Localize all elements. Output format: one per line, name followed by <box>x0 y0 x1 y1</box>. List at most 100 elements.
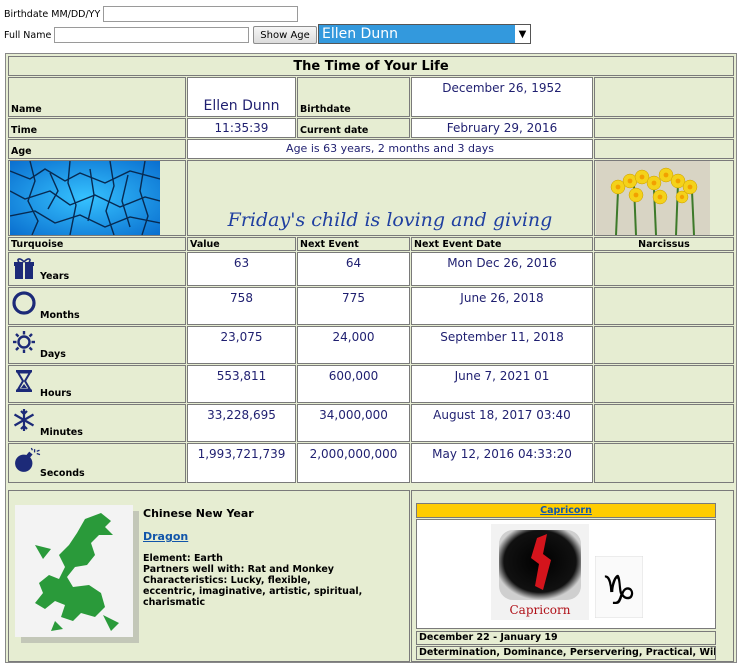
time-value-cell: 11:35:39 <box>187 118 296 138</box>
next-event-cell: 34,000,000 <box>319 408 388 422</box>
next-event-column-header: Next Event <box>300 239 359 250</box>
person-select-value: Ellen Dunn <box>322 26 398 42</box>
empty-cell <box>594 139 734 159</box>
name-label-cell: Name <box>8 77 186 117</box>
next-event-cell: 775 <box>342 291 365 305</box>
birth-flower-header: Narcissus <box>638 239 690 250</box>
life-table: The Time of Your Life Name Ellen Dunn Bi… <box>5 53 737 663</box>
date-header-cell: Next Event Date <box>411 237 593 251</box>
fullname-input-label: Full Name <box>4 29 52 41</box>
value-cell: 1,993,721,739 <box>197 447 286 461</box>
table-row-label: Days <box>8 326 186 364</box>
table-cell: 63 <box>187 252 296 286</box>
age-label: Age <box>11 146 32 157</box>
characteristics-text: Characteristics: Lucky, flexible, <box>143 575 311 586</box>
hourglass-icon <box>16 370 32 392</box>
value-cell: 63 <box>233 256 250 270</box>
element-text: Element: Earth <box>143 553 223 564</box>
birthdate-input-label: Birthdate MM/DD/YY <box>4 8 101 20</box>
fullname-row: Full Name Show Age <box>4 26 317 44</box>
capricorn-glyph-icon: ♑ <box>595 556 643 618</box>
age-value: Age is 63 years, 2 months and 3 days <box>286 142 494 155</box>
table-cell: June 7, 2021 01 <box>411 365 593 403</box>
table-row-label: Years <box>8 252 186 286</box>
empty-cell <box>594 118 734 138</box>
empty-cell <box>594 443 734 483</box>
unit-label: Minutes <box>40 427 83 438</box>
value-cell: 33,228,695 <box>207 408 276 422</box>
bomb-icon <box>15 447 41 472</box>
table-cell: Mon Dec 26, 2016 <box>411 252 593 286</box>
snowflake-icon <box>13 409 35 431</box>
table-cell: 600,000 <box>297 365 410 403</box>
table-cell: 2,000,000,000 <box>297 443 410 483</box>
next-event-cell: 64 <box>345 256 362 270</box>
current-date-value-cell: February 29, 2016 <box>411 118 593 138</box>
time-label-cell: Time <box>8 118 186 138</box>
table-row-label: Months <box>8 287 186 325</box>
chinese-details: Element: Earth Partners well with: Rat a… <box>143 553 409 608</box>
svg-text:♑: ♑ <box>601 568 637 614</box>
empty-cell <box>594 326 734 364</box>
table-cell: 775 <box>297 287 410 325</box>
birthdate-value: December 26, 1952 <box>442 81 562 95</box>
person-select[interactable]: Ellen Dunn ▼ <box>318 24 531 44</box>
next-event-date-cell: June 7, 2021 01 <box>454 369 550 383</box>
table-cell: September 11, 2018 <box>411 326 593 364</box>
empty-cell <box>594 77 734 117</box>
empty-cell <box>594 365 734 403</box>
birthdate-label: Birthdate <box>300 104 351 115</box>
zodiac-traits: Determination, Dominance, Perservering, … <box>416 646 716 660</box>
capricorn-link[interactable]: Capricorn <box>540 505 592 516</box>
birthdate-input[interactable] <box>103 6 299 22</box>
empty-cell <box>594 404 734 442</box>
current-date-label: Current date <box>300 125 369 136</box>
unit-label: Seconds <box>40 468 85 479</box>
birthday-saying: Friday's child is loving and giving <box>227 209 553 231</box>
fullname-input[interactable] <box>54 27 250 43</box>
western-zodiac-panel: Capricorn Capricorn ♑ December 22 - Janu… <box>411 490 734 662</box>
table-cell: 33,228,695 <box>187 404 296 442</box>
table-cell: 34,000,000 <box>297 404 410 442</box>
next-event-cell: 2,000,000,000 <box>309 447 398 461</box>
table-cell: 1,993,721,739 <box>187 443 296 483</box>
value-cell: 553,811 <box>216 369 267 383</box>
table-row-label: Seconds <box>8 443 186 483</box>
value-cell: 23,075 <box>220 330 263 344</box>
zodiac-image-cell: Capricorn ♑ <box>416 519 716 629</box>
show-age-button[interactable]: Show Age <box>253 26 317 44</box>
dragon-link[interactable]: Dragon <box>143 530 188 543</box>
table-cell: August 18, 2017 03:40 <box>411 404 593 442</box>
next-event-date-cell: Mon Dec 26, 2016 <box>447 256 557 270</box>
chevron-down-icon[interactable]: ▼ <box>515 25 530 43</box>
value-cell: 758 <box>230 291 253 305</box>
stone-header-cell: Turquoise <box>8 237 186 251</box>
table-cell: 553,811 <box>187 365 296 403</box>
birthdate-row: Birthdate MM/DD/YY <box>4 6 299 22</box>
next-event-cell: 24,000 <box>332 330 375 344</box>
unit-label: Hours <box>40 388 72 399</box>
turquoise-birthstone-image <box>10 161 160 235</box>
next-header-cell: Next Event <box>297 237 410 251</box>
next-event-date-cell: June 26, 2018 <box>460 291 544 305</box>
next-event-date-column-header: Next Event Date <box>414 239 502 250</box>
birthstone-cell <box>8 160 186 236</box>
current-date-value: February 29, 2016 <box>446 121 558 135</box>
next-event-date-cell: September 11, 2018 <box>440 330 564 344</box>
dragon-image <box>15 505 139 643</box>
unit-label: Years <box>40 271 70 282</box>
birth-flower-cell <box>594 160 734 236</box>
flower-header-cell: Narcissus <box>594 237 734 251</box>
age-label-cell: Age <box>8 139 186 159</box>
table-row-label: Minutes <box>8 404 186 442</box>
name-label: Name <box>11 104 42 115</box>
chinese-new-year-heading: Chinese New Year <box>143 507 254 520</box>
characteristics-continued-text: eccentric, imaginative, artistic, spirit… <box>143 586 363 608</box>
unit-label: Months <box>40 310 80 321</box>
value-column-header: Value <box>190 239 220 250</box>
next-event-date-cell: August 18, 2017 03:40 <box>433 408 571 422</box>
crescent-moon-icon <box>12 291 36 315</box>
name-value-cell: Ellen Dunn <box>187 77 296 117</box>
narcissus-flower-image <box>596 161 710 235</box>
chinese-zodiac-panel: Chinese New Year Dragon Element: Earth P… <box>8 490 410 662</box>
